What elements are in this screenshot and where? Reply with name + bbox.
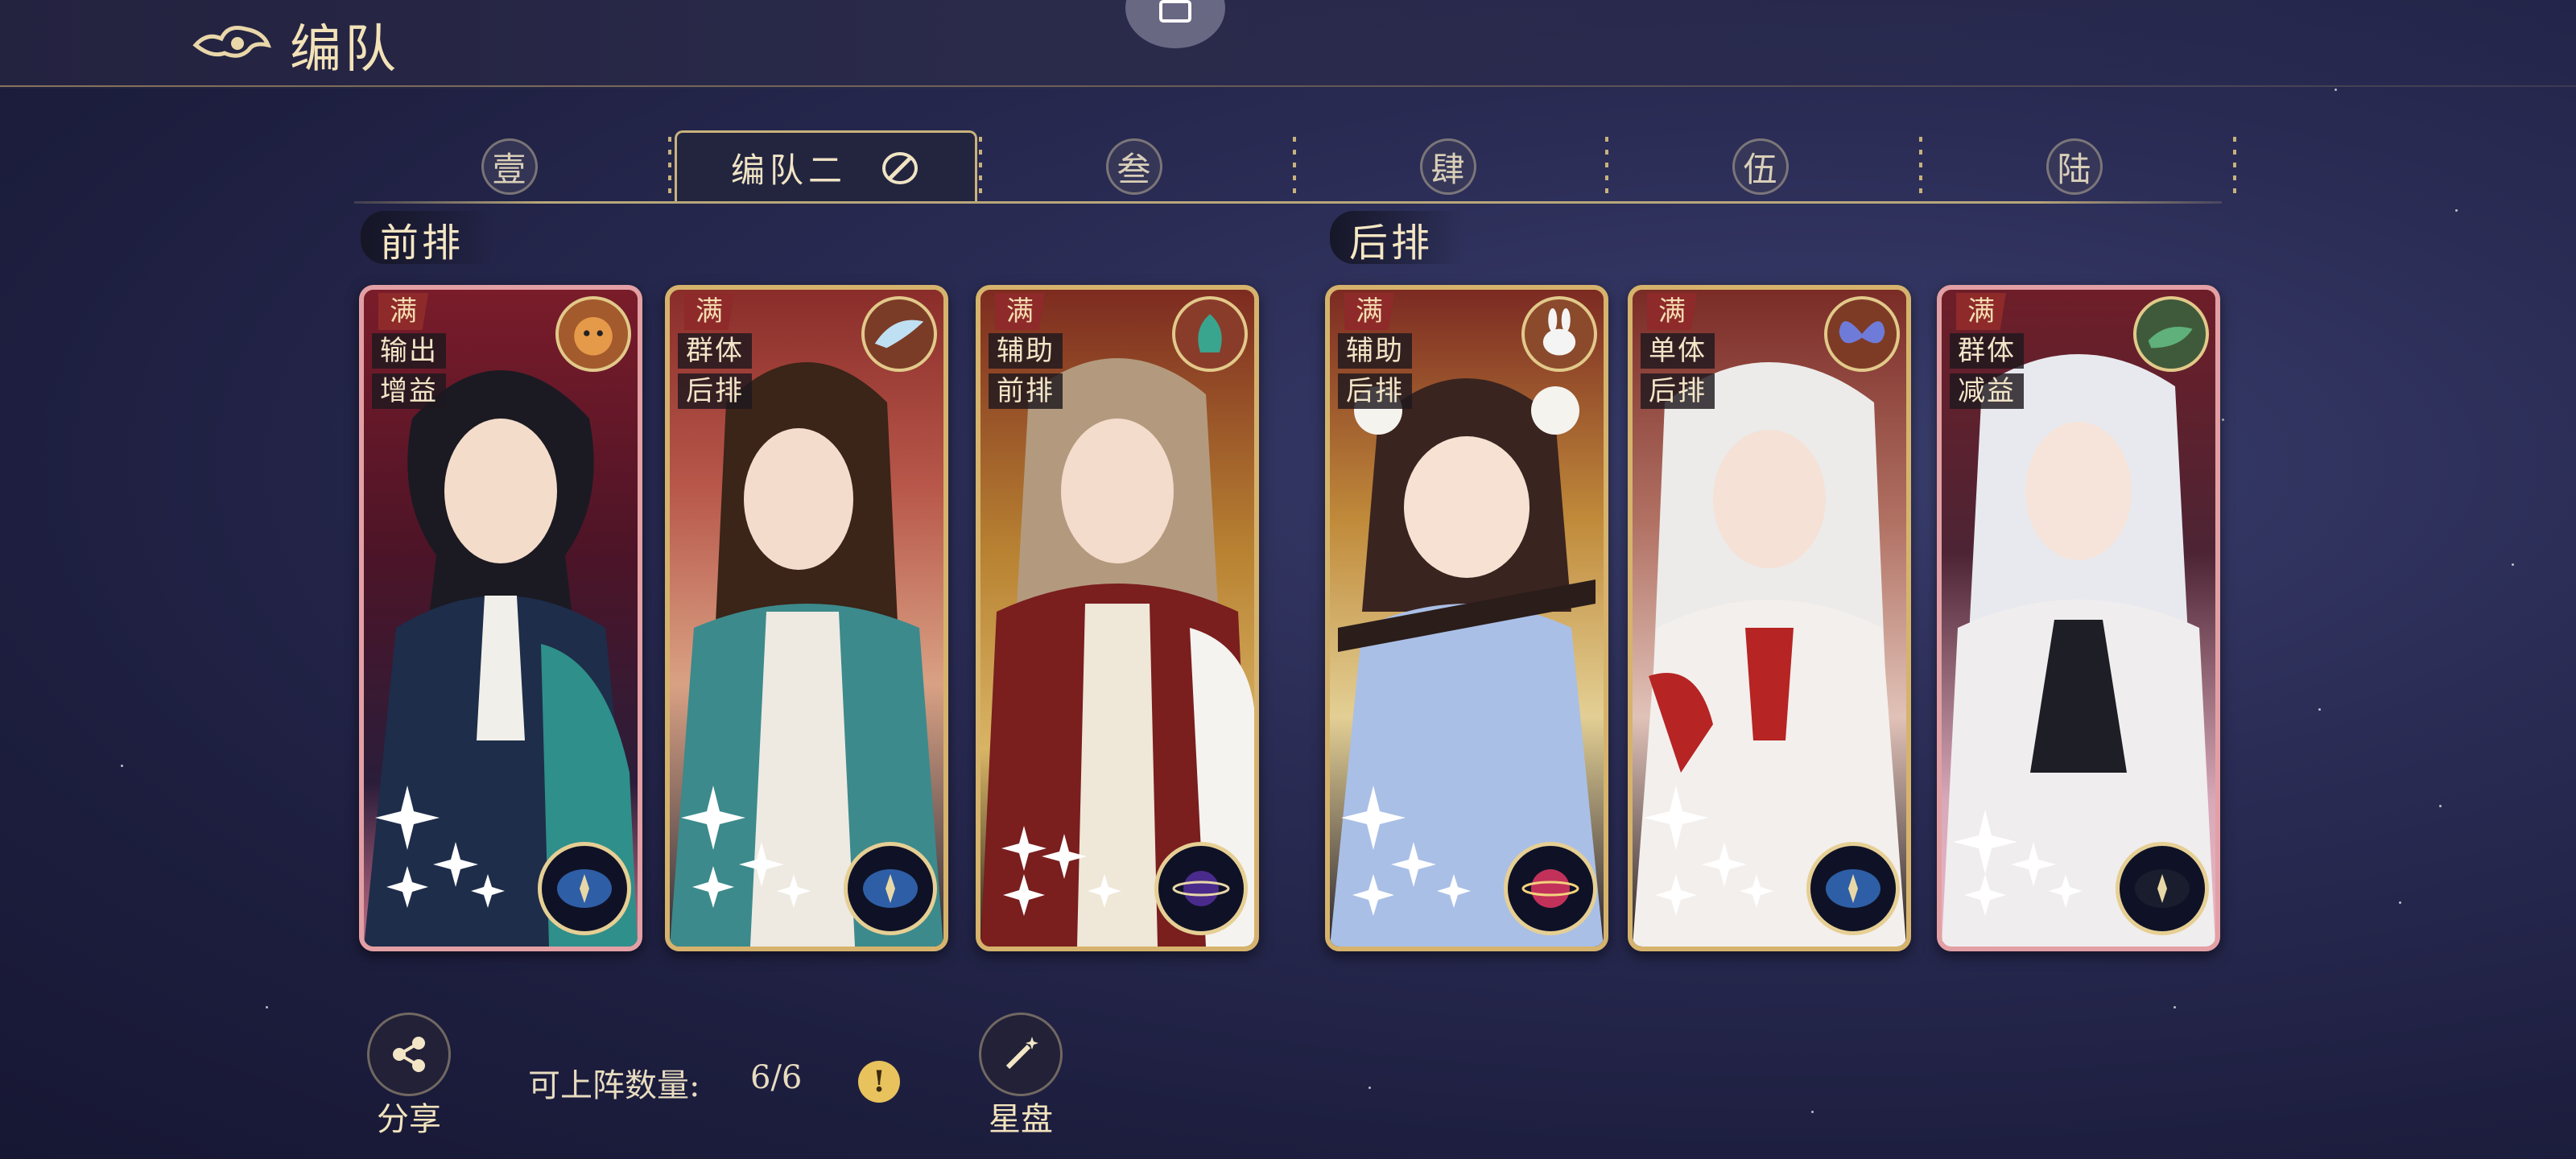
share-label: 分享	[377, 1101, 441, 1138]
magic-wand-icon	[979, 1013, 1063, 1096]
character-card-1[interactable]: 满 输出 增益	[359, 285, 642, 951]
sparkle-stars-icon	[1644, 786, 1773, 916]
planet-emblem-icon	[1154, 842, 1248, 935]
bird-pet-icon[interactable]	[861, 296, 937, 372]
compass-emblem-icon	[538, 842, 631, 935]
tab-1[interactable]: 壹	[354, 130, 664, 203]
character-card-5[interactable]: 满 单体 后排	[1628, 285, 1911, 951]
sparkle-stars-icon	[1001, 826, 1121, 916]
max-level-tag: 满	[1344, 293, 1394, 330]
front-row-label: 前排	[361, 211, 497, 266]
sparkle-stars-icon	[1953, 810, 2083, 916]
character-card-3[interactable]: 满 辅助 前排	[976, 285, 1259, 951]
phoenix-pet-icon[interactable]	[1172, 296, 1248, 372]
role-tag: 群体	[678, 333, 752, 369]
rename-icon[interactable]	[879, 147, 921, 189]
role-tag: 辅助	[989, 333, 1063, 369]
sparkle-stars-icon	[1341, 786, 1471, 916]
butterfly-pet-icon[interactable]	[1824, 296, 1900, 372]
character-card-2[interactable]: 满 群体 后排	[665, 285, 948, 951]
active-tab-label: 编队二	[730, 151, 847, 190]
info-icon[interactable]: !	[858, 1061, 900, 1103]
tab-3[interactable]: 叁	[979, 130, 1289, 203]
tab-4[interactable]: 肆	[1293, 130, 1603, 203]
tab-separator	[668, 137, 671, 201]
tab-6[interactable]: 陆	[1919, 130, 2229, 203]
max-level-tag: 满	[378, 293, 428, 330]
compass-emblem-icon	[844, 842, 937, 935]
starmap-label: 星盘	[989, 1101, 1053, 1138]
compass-emblem-icon	[1806, 842, 1900, 935]
formation-tabs: 壹 编队二 叁 肆 伍 陆	[354, 130, 2238, 203]
role-tag: 减益	[1950, 373, 2024, 409]
role-tag: 辅助	[1338, 333, 1412, 369]
tab-numeral: 壹	[481, 138, 538, 195]
tab-numeral: 伍	[1732, 138, 1789, 195]
tab-numeral: 肆	[1419, 138, 1476, 195]
tab-2-active[interactable]: 编队二	[675, 130, 977, 203]
compass-emblem-icon	[2116, 842, 2209, 935]
max-level-tag: 满	[1647, 293, 1697, 330]
tab-numeral: 陆	[2046, 138, 2103, 195]
max-level-tag: 满	[684, 293, 734, 330]
max-level-tag: 满	[995, 293, 1045, 330]
planet-emblem-icon	[1504, 842, 1597, 935]
puzzle-icon	[1159, 0, 1191, 23]
tab-baseline	[354, 201, 2222, 204]
deploy-count-value: 6/6	[750, 1059, 803, 1096]
share-icon	[367, 1013, 451, 1096]
share-button[interactable]: 分享	[361, 1013, 457, 1138]
role-tag: 输出	[372, 333, 446, 369]
fox-pet-icon[interactable]	[555, 296, 631, 372]
sparkle-stars-icon	[375, 786, 505, 908]
role-tag: 后排	[1641, 373, 1715, 409]
role-tag: 群体	[1950, 333, 2024, 369]
tab-separator	[2233, 137, 2236, 201]
character-card-6[interactable]: 满 群体 减益	[1937, 285, 2220, 951]
back-row-label: 后排	[1330, 211, 1466, 266]
role-tag: 前排	[989, 373, 1063, 409]
lizard-pet-icon[interactable]	[2133, 296, 2209, 372]
page-title: 编队	[290, 20, 399, 80]
header-divider	[0, 85, 2576, 87]
rabbit-pet-icon[interactable]	[1521, 296, 1597, 372]
deploy-count-label: 可上阵数量:	[528, 1067, 700, 1104]
role-tag: 后排	[678, 373, 752, 409]
sparkle-stars-icon	[681, 786, 811, 908]
starmap-button[interactable]: 星盘	[972, 1013, 1069, 1138]
character-card-4[interactable]: 满 辅助 后排	[1325, 285, 1608, 951]
role-tag: 单体	[1641, 333, 1715, 369]
max-level-tag: 满	[1956, 293, 2006, 330]
top-bar: 编队	[0, 0, 2576, 89]
role-tag: 后排	[1338, 373, 1412, 409]
role-tag: 增益	[372, 373, 446, 409]
back-cloud-icon[interactable]	[189, 18, 278, 66]
tab-numeral: 叁	[1105, 138, 1162, 195]
tab-5[interactable]: 伍	[1605, 130, 1915, 203]
